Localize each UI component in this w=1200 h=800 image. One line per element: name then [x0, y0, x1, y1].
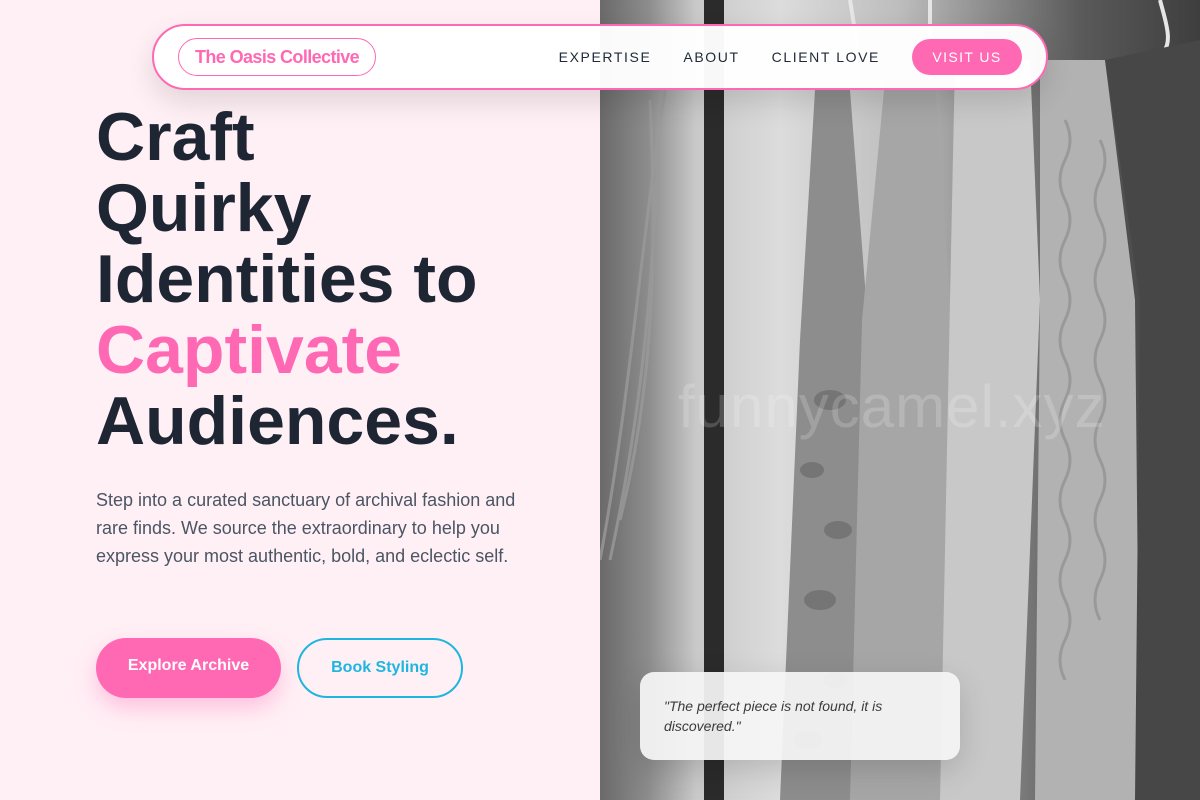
quote-text: "The perfect piece is not found, it is d…: [664, 698, 883, 734]
headline-line-2: Quirky: [96, 170, 312, 246]
quote-card: "The perfect piece is not found, it is d…: [640, 672, 960, 760]
headline-line-3: Identities to: [96, 241, 478, 317]
headline-accent-word: Captivate: [96, 312, 403, 388]
book-styling-button[interactable]: Book Styling: [297, 638, 463, 698]
watermark-text: funnycamel.xyz: [678, 373, 1106, 440]
navbar: The Oasis Collective EXPERTISE ABOUT CLI…: [152, 24, 1048, 90]
headline-line-5: Audiences.: [96, 383, 459, 459]
nav-link-client-love[interactable]: CLIENT LOVE: [772, 49, 880, 65]
nav-link-expertise[interactable]: EXPERTISE: [559, 49, 652, 65]
hero-headline: Craft Quirky Identities to Captivate Aud…: [96, 102, 478, 457]
hero-description: Step into a curated sanctuary of archiva…: [96, 490, 516, 566]
headline-line-1: Craft: [96, 99, 255, 175]
nav-links: EXPERTISE ABOUT CLIENT LOVE: [527, 26, 880, 88]
explore-archive-button[interactable]: Explore Archive: [96, 638, 281, 698]
hero-photo: funnycamel.xyz "The perfect piece is not…: [600, 0, 1200, 800]
visit-us-button[interactable]: VISIT US: [912, 39, 1022, 75]
brand-logo[interactable]: The Oasis Collective: [178, 38, 377, 76]
nav-link-about[interactable]: ABOUT: [683, 49, 739, 65]
